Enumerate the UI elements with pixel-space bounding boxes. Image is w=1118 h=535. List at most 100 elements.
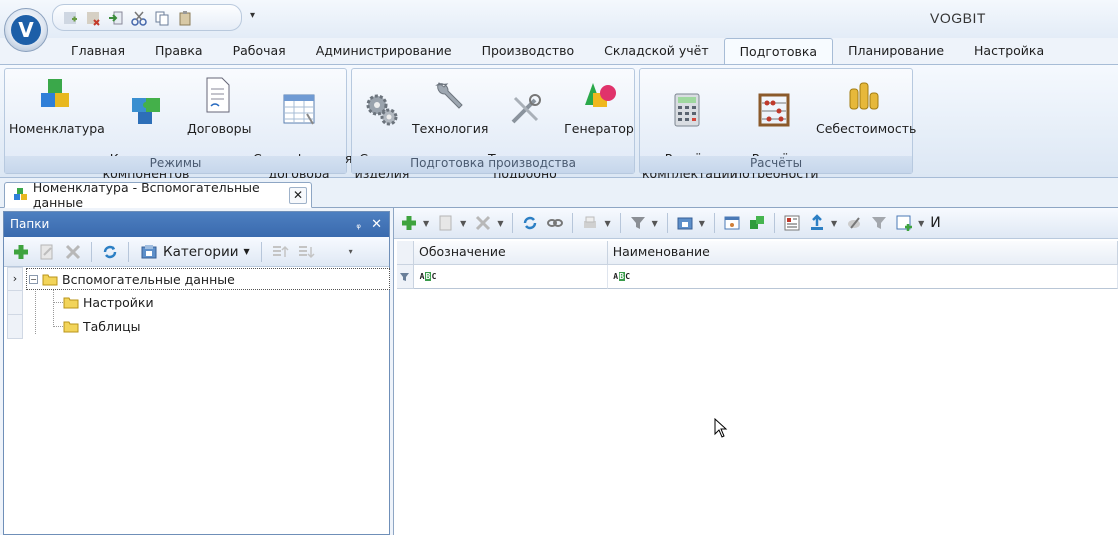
tab-production[interactable]: Производство <box>467 38 590 64</box>
qat-customize-icon[interactable]: ▾ <box>250 10 255 21</box>
add-icon[interactable] <box>61 9 79 27</box>
tab-work[interactable]: Рабочая <box>218 38 301 64</box>
window-icon[interactable] <box>721 212 743 234</box>
nomenclature-button[interactable]: Номенклатура <box>9 75 105 136</box>
close-tab-button[interactable]: ✕ <box>289 187 307 204</box>
chevron-down-icon[interactable]: ▼ <box>699 219 705 228</box>
chevron-down-icon[interactable]: ▼ <box>423 219 429 228</box>
copy-icon[interactable] <box>153 9 171 27</box>
filter-settings-icon[interactable] <box>868 212 890 234</box>
row-indicator-current: › <box>7 267 23 291</box>
tree-node-root[interactable]: − Вспомогательные данные <box>26 268 390 290</box>
items-panel: ▼ ▼ ▼ ▼ ▼ ▼ ▼ ▼ И Обозначение Наименован… <box>393 208 1118 535</box>
add-record-icon[interactable] <box>893 212 915 234</box>
pin-icon[interactable]: ᵩ <box>356 212 361 237</box>
technology-button[interactable]: Технология <box>412 75 488 136</box>
folders-panel-header: Папки ᵩ ✕ <box>4 212 389 237</box>
toolbar-separator <box>260 241 262 262</box>
green-puzzle-icon[interactable] <box>746 212 768 234</box>
move-up-icon[interactable] <box>269 241 291 263</box>
delete-icon[interactable] <box>62 241 84 263</box>
edit-icon[interactable] <box>36 241 58 263</box>
chevron-down-icon[interactable]: ▼ <box>604 219 610 228</box>
tab-admin[interactable]: Администрирование <box>301 38 467 64</box>
tree-node-tables[interactable]: Таблицы <box>63 315 141 337</box>
tab-home[interactable]: Главная <box>56 38 140 64</box>
tree-node-root-label: Вспомогательные данные <box>62 271 235 287</box>
tab-warehouse[interactable]: Складской учёт <box>589 38 724 64</box>
group-production-prep: Состав изделия Технология Технология под… <box>351 68 635 181</box>
delete-icon[interactable] <box>472 212 494 234</box>
tab-edit[interactable]: Правка <box>140 38 218 64</box>
group-modes-label: Режимы <box>5 156 346 173</box>
toolbar-separator <box>666 213 668 233</box>
toolbar-separator <box>128 241 129 262</box>
link-icon[interactable] <box>544 212 566 234</box>
categories-label: Категории <box>163 243 239 260</box>
mouse-cursor-icon <box>714 418 728 438</box>
gears-icon <box>366 94 398 126</box>
grid-filter-row: ABC ABC <box>397 265 1118 289</box>
toolbar-overflow-icon[interactable]: ▾ <box>349 247 353 256</box>
categories-button[interactable]: Категории ▼ <box>136 243 254 261</box>
title-bar: ▾ VOGBIT <box>0 0 1118 38</box>
toolbar-overflow-text[interactable]: И <box>930 215 940 231</box>
document-tab[interactable]: Номенклатура - Вспомогательные данные ✕ <box>4 180 312 210</box>
contracts-button[interactable]: Договоры <box>187 75 251 136</box>
group-modes: Номенклатура Коллекции компонентов Догов… <box>4 68 352 181</box>
group-production-prep-label: Подготовка производства <box>352 156 634 173</box>
grid-header-row: Обозначение Наименование <box>397 241 1118 265</box>
coins-icon <box>849 82 879 110</box>
add-folder-icon[interactable] <box>10 241 32 263</box>
generator-label: Генератор <box>564 121 634 136</box>
edit-icon[interactable] <box>435 212 457 234</box>
chevron-down-icon[interactable]: ▼ <box>497 219 503 228</box>
remove-icon[interactable] <box>84 9 102 27</box>
toolbar-separator <box>619 213 621 233</box>
filter-icon[interactable] <box>627 212 649 234</box>
tools-icon <box>511 94 541 124</box>
import-icon[interactable] <box>107 9 125 27</box>
print-icon[interactable] <box>579 212 601 234</box>
folder-icon <box>63 321 79 332</box>
text-filter-icon: ABC <box>419 272 437 281</box>
folder-icon <box>42 274 58 285</box>
folders-toolbar: Категории ▼ ▾ <box>4 237 389 267</box>
column-header-name[interactable]: Наименование <box>607 241 1118 265</box>
export-icon[interactable] <box>806 212 828 234</box>
move-down-icon[interactable] <box>295 241 317 263</box>
paste-icon[interactable] <box>176 9 194 27</box>
toolbar-separator <box>91 241 92 262</box>
filter-cell-name[interactable]: ABC <box>607 265 1118 289</box>
collapse-icon[interactable]: − <box>29 274 38 284</box>
document-tab-strip: Номенклатура - Вспомогательные данные ✕ <box>0 178 1118 210</box>
report-icon[interactable] <box>781 212 803 234</box>
contracts-label: Договоры <box>187 121 252 136</box>
close-panel-icon[interactable]: ✕ <box>371 212 382 237</box>
refresh-icon[interactable] <box>99 241 121 263</box>
chevron-down-icon[interactable]: ▼ <box>831 219 837 228</box>
document-icon <box>206 77 230 113</box>
tree-node-settings[interactable]: Настройки <box>63 291 154 313</box>
chevron-down-icon[interactable]: ▼ <box>652 219 658 228</box>
tab-settings[interactable]: Настройка <box>959 38 1059 64</box>
folders-panel-title: Папки <box>10 217 50 231</box>
pen-icon[interactable] <box>843 212 865 234</box>
nomenclature-label: Номенклатура <box>9 121 105 136</box>
cut-icon[interactable] <box>130 9 148 27</box>
generator-button[interactable]: Генератор <box>564 75 634 136</box>
refresh-icon[interactable] <box>519 212 541 234</box>
column-header-designation[interactable]: Обозначение <box>413 241 608 265</box>
tab-planning[interactable]: Планирование <box>833 38 959 64</box>
cost-price-button[interactable]: Себестоимость <box>816 75 916 136</box>
items-grid: Обозначение Наименование ABC ABC <box>397 241 1118 289</box>
app-menu-button[interactable]: V <box>4 8 48 52</box>
tab-preparation[interactable]: Подготовка <box>723 38 834 64</box>
chevron-down-icon[interactable]: ▼ <box>918 219 924 228</box>
add-icon[interactable] <box>398 212 420 234</box>
filter-cell-designation[interactable]: ABC <box>413 265 608 289</box>
chevron-down-icon[interactable]: ▼ <box>460 219 466 228</box>
chevron-down-icon: ▼ <box>243 247 250 256</box>
categories-icon[interactable] <box>674 212 696 234</box>
toolbar-separator <box>512 213 514 233</box>
